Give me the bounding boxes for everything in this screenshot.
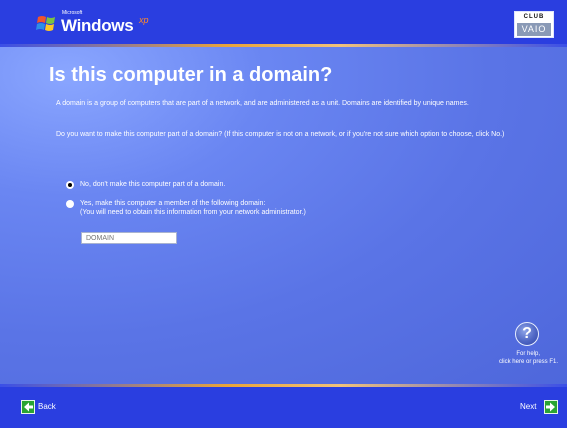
- radio-no-domain-label[interactable]: No, don't make this computer part of a d…: [80, 180, 225, 190]
- domain-name-input[interactable]: [81, 232, 177, 244]
- help-text-line1[interactable]: For help,: [460, 350, 540, 358]
- windows-wordmark: Windows: [61, 16, 134, 35]
- xp-wordmark: xp: [139, 15, 149, 25]
- back-arrow-icon: [21, 400, 35, 414]
- next-arrow-icon: [544, 400, 558, 414]
- help-text-line2[interactable]: click here or press F1.: [470, 358, 558, 366]
- back-button[interactable]: Back: [21, 400, 71, 414]
- back-button-label: Back: [38, 402, 56, 411]
- footer-bar: [0, 387, 567, 428]
- next-button[interactable]: Next: [510, 400, 558, 414]
- radio-selected-dot: [68, 183, 72, 187]
- radio-yes-domain-note: (You will need to obtain this informatio…: [80, 209, 306, 216]
- help-icon[interactable]: ?: [515, 322, 539, 346]
- vaio-label: VAIO: [517, 23, 551, 36]
- club-label: CLUB: [523, 14, 545, 20]
- page-title: Is this computer in a domain?: [49, 64, 333, 86]
- next-button-label: Next: [520, 402, 537, 411]
- domain-description: A domain is a group of computers that ar…: [56, 100, 469, 107]
- club-vaio-logo: CLUB VAIO: [514, 11, 554, 38]
- windows-flag-icon: [36, 14, 58, 34]
- radio-no-domain[interactable]: [66, 181, 74, 189]
- domain-question: Do you want to make this computer part o…: [56, 131, 505, 138]
- radio-yes-domain[interactable]: [66, 200, 74, 208]
